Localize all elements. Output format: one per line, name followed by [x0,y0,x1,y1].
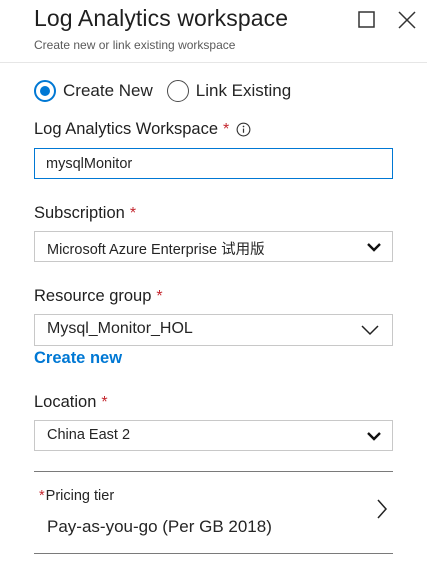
maximize-button[interactable] [355,8,379,32]
workspace-label: Log Analytics Workspace * [34,120,251,139]
pricing-tier-value: Pay-as-you-go (Per GB 2018) [47,517,272,536]
create-new-resource-group-link[interactable]: Create new [34,349,122,368]
pricing-tier-selector[interactable]: *Pricing tier Pay-as-you-go (Per GB 2018… [34,473,393,553]
radio-unchecked-indicator [166,80,189,102]
subscription-label-text: Subscription [34,204,125,222]
location-label-text: Location [34,393,97,411]
blade-subtitle: Create new or link existing workspace [34,38,236,52]
info-icon[interactable] [236,122,251,137]
link-existing-radio-label: Link Existing [195,81,292,100]
subscription-dropdown[interactable]: Microsoft Azure Enterprise 试用版 [34,231,393,262]
location-label: Location * [34,393,108,412]
create-new-radio-label: Create New [63,81,153,100]
location-dropdown[interactable]: China East 2 [34,420,393,451]
required-marker: * [156,287,163,305]
create-new-radio[interactable]: Create New [34,80,153,102]
required-marker: * [101,393,108,411]
subscription-value: Microsoft Azure Enterprise 试用版 [47,242,265,258]
required-marker: * [129,204,137,222]
section-divider [34,553,393,554]
link-existing-radio[interactable]: Link Existing [166,80,292,102]
pricing-tier-label: *Pricing tier [39,488,114,504]
subscription-label: Subscription * [34,204,136,223]
blade-title: Log Analytics workspace [34,5,289,31]
chevron-down-icon [361,325,379,336]
required-marker: * [39,488,45,504]
workspace-name-field[interactable] [34,148,393,179]
workspace-label-text: Log Analytics Workspace [34,120,219,138]
close-icon [398,11,416,29]
required-marker: * [223,120,230,138]
mode-radio-group: Create New Link Existing [34,80,291,102]
chevron-right-icon [377,499,388,519]
blade-header: Log Analytics workspace Create new or li… [0,0,427,63]
chevron-down-icon [367,432,381,441]
location-value: China East 2 [47,427,131,443]
pricing-tier-label-text: Pricing tier [45,488,115,504]
chevron-down-icon [367,243,381,252]
maximize-icon [358,11,375,28]
resource-group-label-text: Resource group [34,287,152,305]
resource-group-value: Mysql_Monitor_HOL [47,320,193,337]
workspace-name-input[interactable] [35,149,392,178]
radio-checked-indicator [34,80,56,102]
resource-group-label: Resource group * [34,287,163,306]
section-divider [34,471,393,472]
close-button[interactable] [395,8,419,32]
resource-group-dropdown[interactable]: Mysql_Monitor_HOL [34,314,393,346]
